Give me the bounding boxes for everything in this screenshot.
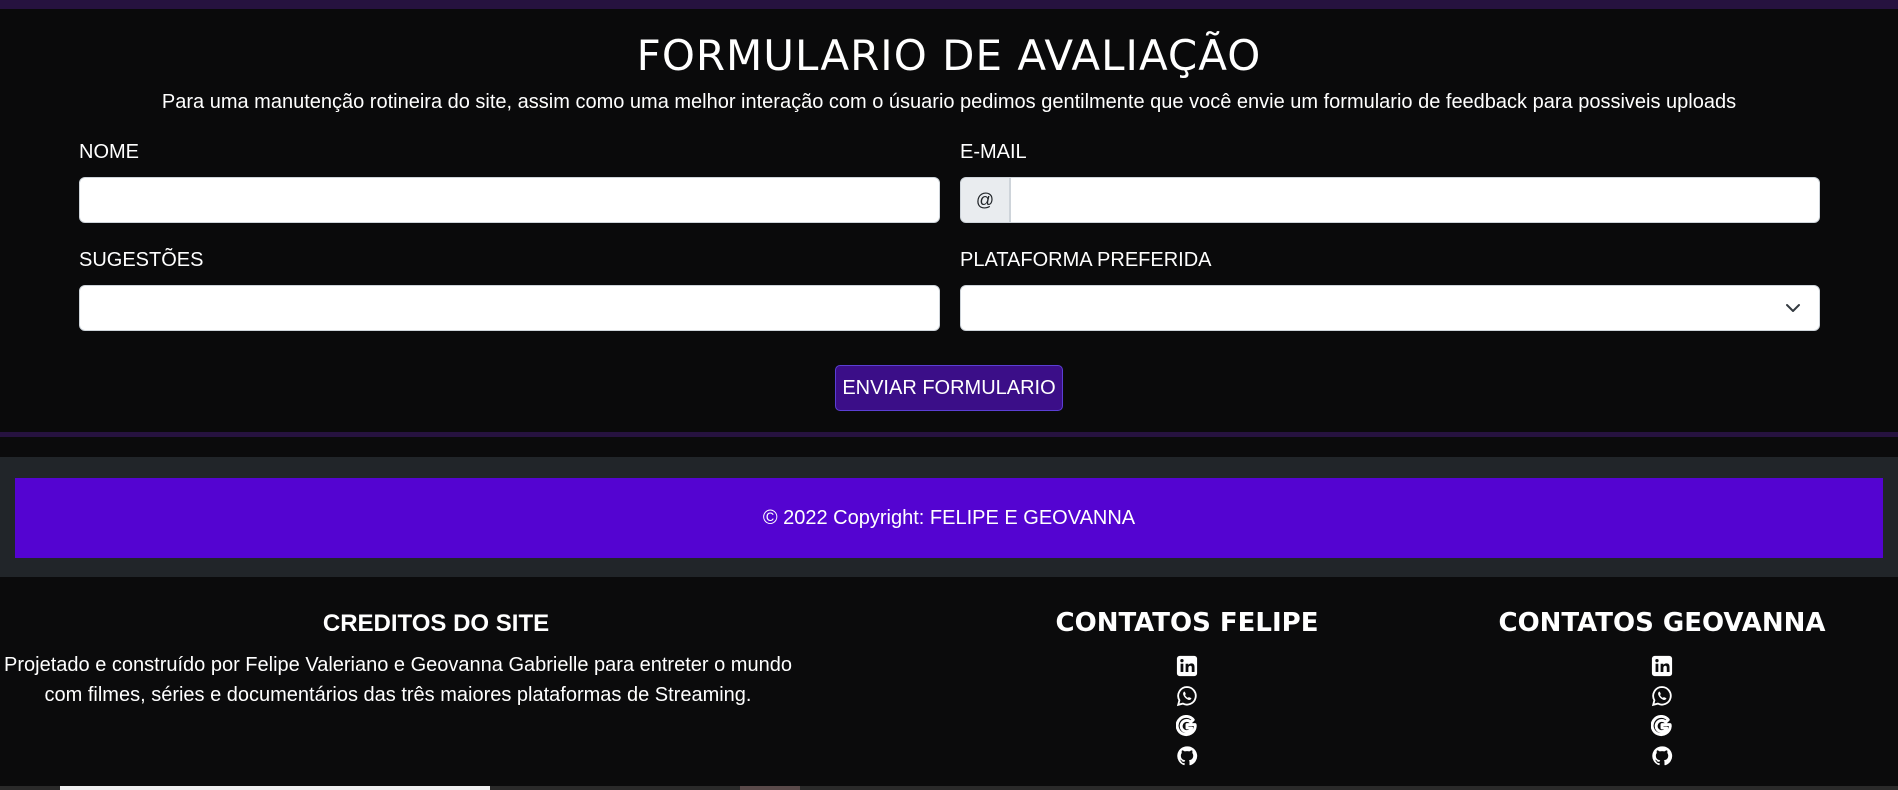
- google-icon[interactable]: [1651, 715, 1673, 737]
- suggestions-label: SUGESTÕES: [79, 249, 204, 271]
- github-icon[interactable]: [1176, 745, 1198, 767]
- credits-text: Projetado e construído por Felipe Valeri…: [4, 654, 792, 706]
- copyright-text: © 2022 Copyright: FELIPE E GEOVANNA: [762, 506, 1136, 529]
- name-input[interactable]: [79, 177, 940, 223]
- name-label: NOME: [79, 141, 139, 163]
- form-subtitle: Para uma manutenção rotineira do site, a…: [161, 91, 1737, 113]
- copyright-bar: © 2022 Copyright: FELIPE E GEOVANNA: [15, 478, 1883, 558]
- platform-select[interactable]: [960, 285, 1820, 331]
- linkedin-icon[interactable]: [1176, 655, 1198, 677]
- contacts-geovanna-title: CONTATOS GEOVANNA: [1498, 608, 1826, 638]
- submit-form-button[interactable]: ENVIAR FORMULARIO: [835, 365, 1063, 411]
- linkedin-icon[interactable]: [1651, 655, 1673, 677]
- email-input[interactable]: [1010, 177, 1820, 223]
- email-at-addon: @: [960, 177, 1010, 223]
- github-icon[interactable]: [1651, 745, 1673, 767]
- google-icon[interactable]: [1176, 715, 1198, 737]
- form-title: FORMULARIO DE AVALIAÇÃO: [636, 31, 1262, 80]
- bottom-strip-light: [60, 786, 490, 790]
- form-bottom-border: [0, 432, 1898, 437]
- whatsapp-icon[interactable]: [1651, 685, 1673, 707]
- suggestions-input[interactable]: [79, 285, 940, 331]
- chevron-down-icon: [1786, 304, 1800, 312]
- credits-title: CREDITOS DO SITE: [322, 610, 550, 637]
- whatsapp-icon[interactable]: [1176, 685, 1198, 707]
- top-border: [0, 0, 1898, 9]
- contacts-felipe-title: CONTATOS FELIPE: [1055, 608, 1319, 638]
- email-label: E-MAIL: [960, 141, 1027, 163]
- bottom-strip-mid: [740, 786, 800, 790]
- platform-label: PLATAFORMA PREFERIDA: [960, 249, 1212, 271]
